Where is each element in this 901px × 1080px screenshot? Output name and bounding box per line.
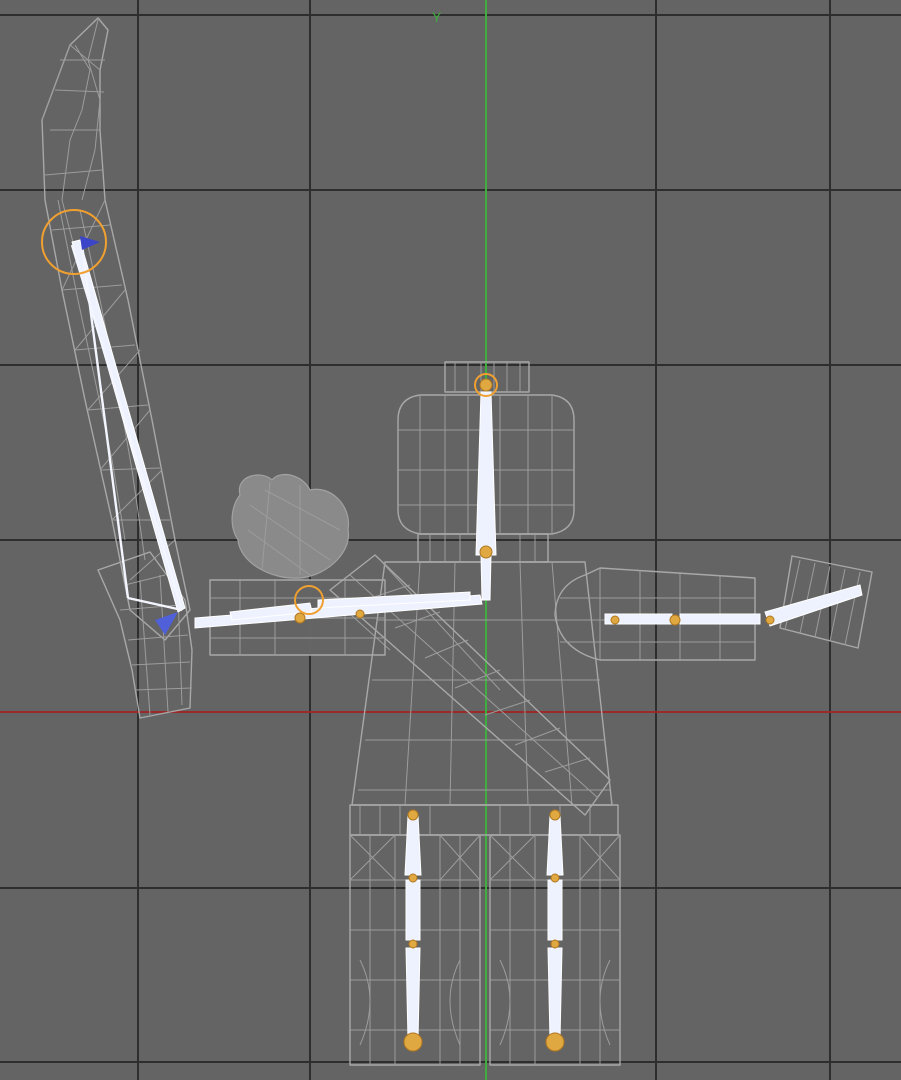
left-leg-bone[interactable] <box>404 814 422 1041</box>
right-leg-bone[interactable] <box>546 814 564 1041</box>
y-axis-label: Y <box>432 9 442 25</box>
viewport-canvas[interactable]: Y <box>0 0 901 1080</box>
3d-viewport[interactable]: Y <box>0 0 901 1080</box>
